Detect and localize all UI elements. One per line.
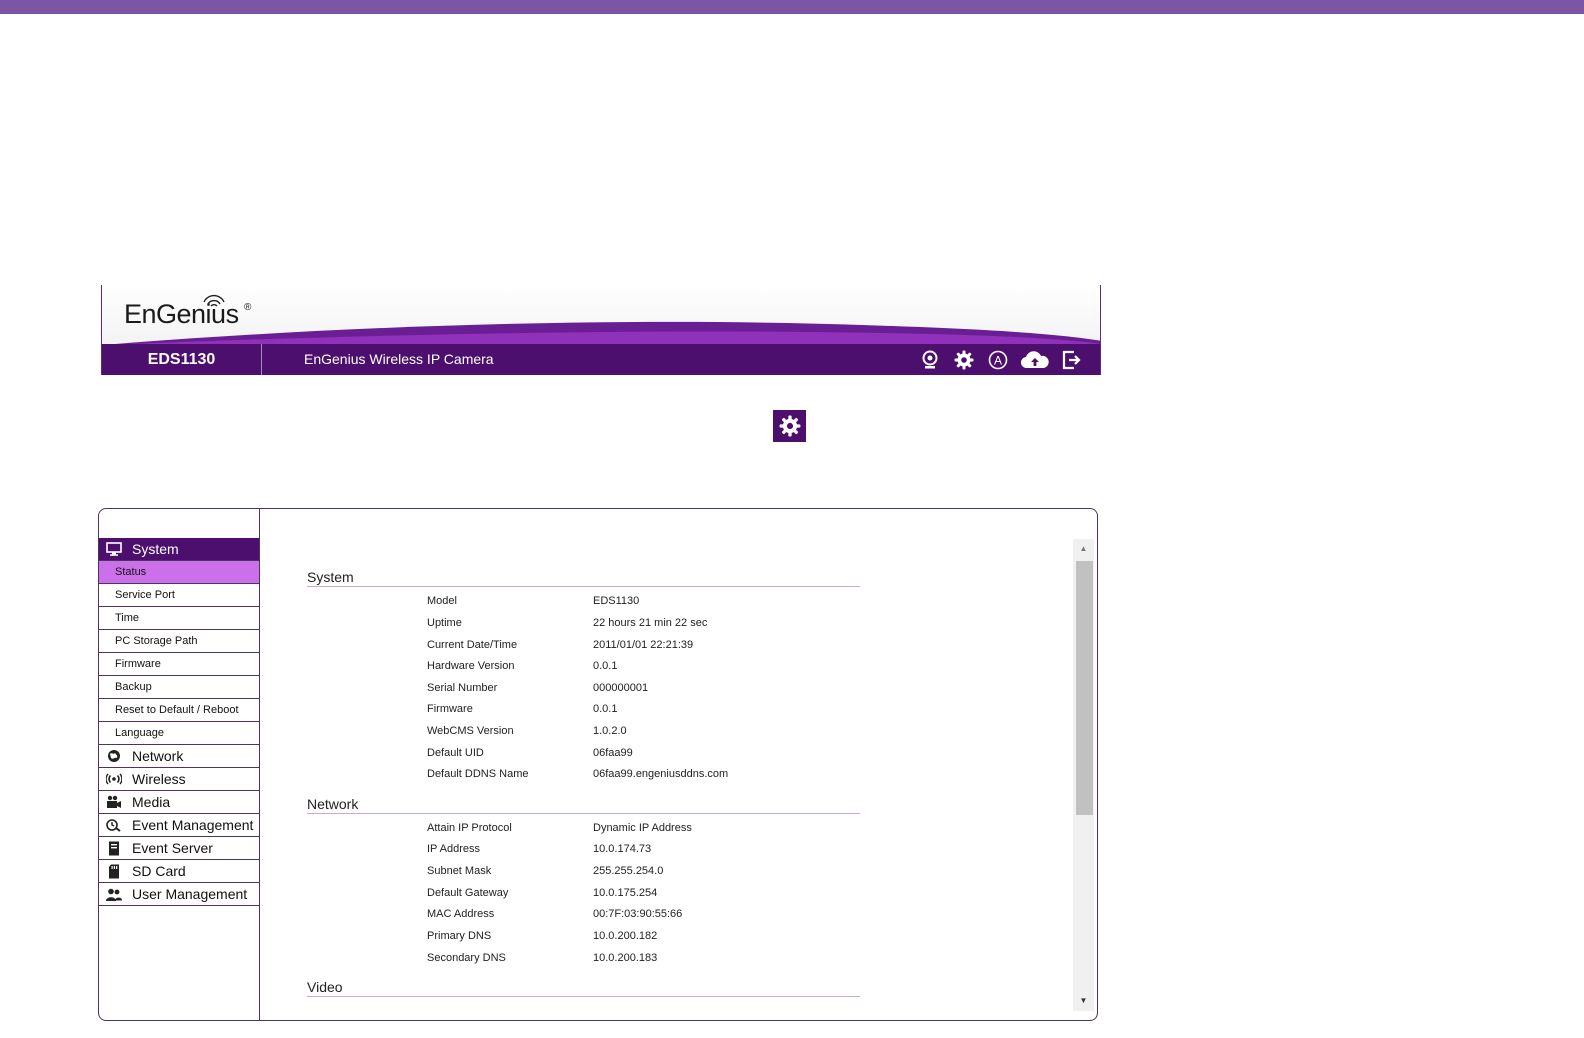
status-row: Uptime 22 hours 21 min 22 sec xyxy=(427,617,708,629)
section-title-system: System xyxy=(307,569,860,587)
status-row: Hardware Version 0.0.1 xyxy=(427,660,618,672)
model-name: EDS1130 xyxy=(102,344,262,375)
settings-gear-callout-icon xyxy=(773,410,806,442)
cloud-upload-icon[interactable] xyxy=(1020,348,1050,372)
sidebar-group-label: System xyxy=(132,541,179,557)
section-title-network: Network xyxy=(307,796,860,814)
sidebar-group-label: Wireless xyxy=(132,771,186,787)
sidebar-group-network[interactable]: Network xyxy=(99,745,259,768)
users-icon xyxy=(106,888,122,901)
status-row: MAC Address 00:7F:03:90:55:66 xyxy=(427,908,683,920)
sdcard-icon xyxy=(106,864,122,879)
sidebar-item-pc-storage-path[interactable]: PC Storage Path xyxy=(99,630,259,653)
status-row: Subnet Mask 255.255.254.0 xyxy=(427,865,664,877)
monitor-icon xyxy=(106,542,122,556)
sidebar-group-event-server[interactable]: Event Server xyxy=(99,837,259,860)
settings-sidebar: System Status Service Port Time PC Stora… xyxy=(99,509,260,1020)
svg-text:A: A xyxy=(994,354,1002,368)
sidebar-item-time[interactable]: Time xyxy=(99,607,259,630)
sidebar-group-media[interactable]: Media xyxy=(99,791,259,814)
globe-icon xyxy=(106,749,122,763)
media-icon xyxy=(106,795,122,809)
header-banner: EnGenius ® EDS1130 EnGenius Wireless IP … xyxy=(101,285,1101,375)
top-accent-bar xyxy=(0,0,1584,14)
sidebar-item-firmware[interactable]: Firmware xyxy=(99,653,259,676)
header-navbar: EDS1130 EnGenius Wireless IP Camera A xyxy=(102,344,1100,375)
sidebar-group-sd-card[interactable]: SD Card xyxy=(99,860,259,883)
logo-registered-mark: ® xyxy=(244,302,252,313)
status-row: Serial Number 000000001 xyxy=(427,682,649,694)
webcam-icon[interactable] xyxy=(918,348,942,372)
scroll-up-arrow-icon[interactable]: ▲ xyxy=(1073,541,1094,557)
server-icon xyxy=(106,841,122,856)
sidebar-group-event-management[interactable]: Event Management xyxy=(99,814,259,837)
status-row: Default Gateway 10.0.175.254 xyxy=(427,887,658,899)
logo-wifi-icon xyxy=(203,294,225,307)
sidebar-group-system[interactable]: System xyxy=(99,538,259,561)
sidebar-group-label: Event Server xyxy=(132,840,213,856)
auto-a-icon[interactable]: A xyxy=(986,348,1010,372)
sidebar-group-user-management[interactable]: User Management xyxy=(99,883,259,906)
status-row: IP Address 10.0.174.73 xyxy=(427,843,652,855)
header-swoosh xyxy=(102,321,1100,345)
sidebar-item-language[interactable]: Language xyxy=(99,722,259,745)
sidebar-group-label: User Management xyxy=(132,886,248,902)
status-row: Attain IP Protocol Dynamic IP Address xyxy=(427,822,692,834)
status-row: Firmware 0.0.1 xyxy=(427,703,618,715)
status-row: Current Date/Time 2011/01/01 22:21:39 xyxy=(427,639,694,651)
status-row: Model EDS1130 xyxy=(427,595,640,607)
status-row: Primary DNS 10.0.200.182 xyxy=(427,930,658,942)
event-icon xyxy=(106,818,122,832)
sidebar-item-status[interactable]: Status xyxy=(99,561,259,584)
wireless-icon xyxy=(106,773,122,785)
section-title-video: Video xyxy=(307,979,860,997)
sidebar-item-service-port[interactable]: Service Port xyxy=(99,584,259,607)
gear-icon[interactable] xyxy=(952,348,976,372)
scroll-down-arrow-icon[interactable]: ▼ xyxy=(1073,993,1094,1009)
settings-panel: System Status Service Port Time PC Stora… xyxy=(98,508,1098,1021)
sidebar-group-wireless[interactable]: Wireless xyxy=(99,768,259,791)
content-scrollbar[interactable]: ▲ ▼ xyxy=(1073,539,1094,1011)
sidebar-item-reset-reboot[interactable]: Reset to Default / Reboot xyxy=(99,699,259,722)
status-row: Default UID 06faa99 xyxy=(427,747,633,759)
status-row: WebCMS Version 1.0.2.0 xyxy=(427,725,627,737)
status-row: Secondary DNS 10.0.200.183 xyxy=(427,952,658,964)
sidebar-group-label: Media xyxy=(132,794,171,810)
sidebar-group-label: Network xyxy=(132,748,184,764)
sidebar-group-label: Event Management xyxy=(132,817,254,833)
sidebar-group-label: SD Card xyxy=(132,863,186,879)
status-row: Default DDNS Name 06faa99.engeniusddns.co… xyxy=(427,768,729,780)
scrollbar-thumb[interactable] xyxy=(1076,561,1093,815)
sidebar-item-backup[interactable]: Backup xyxy=(99,676,259,699)
logout-icon[interactable] xyxy=(1060,348,1084,372)
status-content: System Model EDS1130 Uptime 22 hours 21 mi… xyxy=(260,509,1097,1020)
product-name: EnGenius Wireless IP Camera xyxy=(304,351,494,367)
